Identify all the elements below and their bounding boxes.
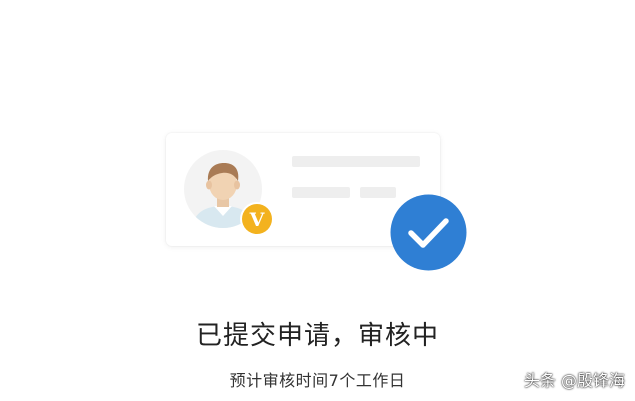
verified-v-badge-icon: V <box>239 201 275 237</box>
placeholder-line-name <box>292 156 420 167</box>
verification-status-page: V 已提交申请，审核中 预计审核时间7个工作日 头条 @殷锋海 <box>0 0 635 401</box>
svg-text:V: V <box>249 209 266 231</box>
check-circle-icon <box>389 193 468 272</box>
status-title: 已提交申请，审核中 <box>195 321 439 351</box>
avatar: V <box>184 150 274 236</box>
watermark-text: 头条 @殷锋海 <box>523 371 625 390</box>
placeholder-line-detail <box>292 187 350 198</box>
